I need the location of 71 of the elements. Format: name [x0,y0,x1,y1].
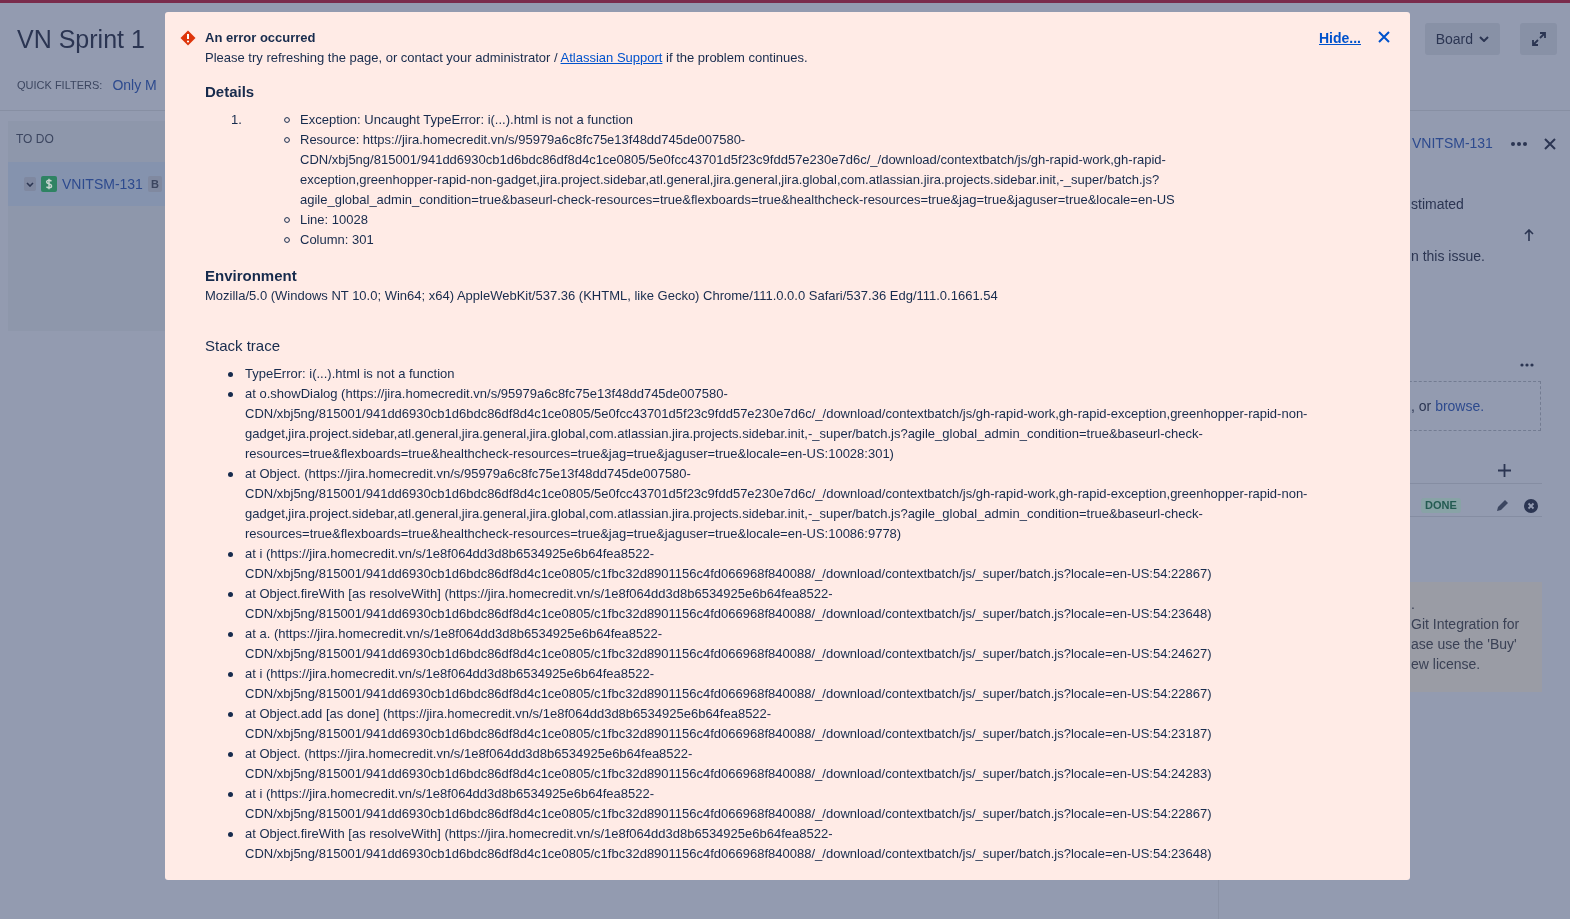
bullet-icon [284,137,290,143]
stack-trace-line: at o.showDialog (https://jira.homecredit.vn/s/95979a6c8fc75e13f48dd745de007580-CDN/xbj5ng/815001/941dd6930cb1d6bdc86df8d4c1ce0805/5e0fcc43701d5f23c9fdd57e230e7d6c/_/download/contextbatch/js/gh-rapid-work,gh-rapid-exception,greenhopper-rapid-non-gadget,jira.project.sidebar,atl.general,jira.general,jira.global,com.atlassian.jira.projects.sidebar.init,-_super/batch.js?agile_global_admin_condition=true&baseurl-check-resources=true&flexboards=true&healthcheck-resources=true&jag=true&jaguser=true&locale=en-US:10028:301) [245,385,1309,463]
issue-info-text: n this issue. [1410,247,1486,266]
stack-trace-line: at i (https://jira.homecredit.vn/s/1e8f064dd3d8b6534925e6b64fea8522-CDN/xbj5ng/815001/941dd6930cb1d6bdc86df8d4c1ce0805/c1fbc32d8901156c4fd066968f840088/_/download/contextbatch/js/_super/batch.js?locale=en-US:54:22867) [245,545,1213,583]
details-heading: Details [205,82,256,102]
notice-text: ew license. [1411,655,1482,674]
bullet-icon [284,237,290,243]
plus-icon[interactable] [1498,464,1511,477]
chevron-down-icon [1479,36,1489,42]
notice-text: ase use the 'Buy' [1411,635,1518,654]
pencil-icon[interactable] [1495,499,1509,512]
error-title: An error occurred [205,29,317,47]
estimate-text: stimated [1410,195,1465,214]
bullet-icon [284,217,290,223]
bullet-icon [228,792,233,797]
close-icon[interactable] [1543,137,1556,150]
expand-icon [1531,32,1546,46]
environment-heading: Environment [205,266,298,286]
close-icon[interactable] [1378,31,1390,43]
more-icon[interactable] [1520,363,1534,367]
bullet-icon [228,632,233,637]
quick-filter-link[interactable]: Only M [112,75,157,96]
column-header: TO DO [15,131,55,148]
detail-item: Exception: Uncaught TypeError: i(...).html is not a function [300,111,634,129]
error-icon [180,30,196,46]
stack-trace-line: at i (https://jira.homecredit.vn/s/1e8f064dd3d8b6534925e6b64fea8522-CDN/xbj5ng/815001/941dd6930cb1d6bdc86df8d4c1ce0805/c1fbc32d8901156c4fd066968f840088/_/download/contextbatch/js/_super/batch.js?locale=en-US:54:22867) [245,785,1213,823]
board-title: VN Sprint 1 [17,24,145,55]
bullet-icon [228,712,233,717]
stack-trace-line: at Object.add [as done] (https://jira.homecredit.vn/s/1e8f064dd3d8b6534925e6b64fea8522-CDN/xbj5ng/815001/941dd6930cb1d6bdc86df8d4c1ce0805/c1fbc32d8901156c4fd066968f840088/_/download/contextbatch/js/_super/batch.js?locale=en-US:54:23187) [245,705,1213,743]
issue-badge: B [147,175,162,193]
bullet-icon [228,752,233,757]
bullet-icon [228,672,233,677]
bullet-icon [284,117,290,123]
support-link[interactable]: Atlassian Support [560,50,663,65]
stack-trace-line: at a. (https://jira.homecredit.vn/s/1e8f064dd3d8b6534925e6b64fea8522-CDN/xbj5ng/815001/941dd6930cb1d6bdc86df8d4c1ce0805/c1fbc32d8901156c4fd066968f840088/_/download/contextbatch/js/_super/batch.js?locale=en-US:54:24627) [245,625,1213,663]
detail-item: Line: 10028 [300,211,369,229]
stack-trace-heading: Stack trace [205,336,282,356]
bullet-icon [228,372,233,377]
browse-link[interactable]: browse. [1435,397,1485,414]
more-icon[interactable] [1510,141,1527,146]
bullet-icon [228,392,233,397]
notice-text: . [1411,595,1416,614]
bullet-icon [228,592,233,597]
notice-text: Git Integration for [1411,615,1521,634]
stack-trace-line: TypeError: i(...).html is not a function [245,365,456,383]
stack-trace-line: at Object. (https://jira.homecredit.vn/s/95979a6c8fc75e13f48dd745de007580-CDN/xbj5ng/815001/941dd6930cb1d6bdc86df8d4c1ce0805/5e0fcc43701d5f23c9fdd57e230e7d6c/_/download/contextbatch/js/gh-rapid-work,gh-rapid-exception,greenhopper-rapid-non-gadget,jira.project.sidebar,atl.general,jira.general,jira.global,com.atlassian.jira.projects.sidebar.init,-_super/batch.js?agile_global_admin_condition=true&baseurl-check-resources=true&flexboards=true&healthcheck-resources=true&jag=true&jaguser=true&locale=en-US:10086:9778) [245,465,1309,543]
issue-key-link[interactable]: VNITSM-131 [1412,133,1493,154]
detail-item: Resource: https://jira.homecredit.vn/s/95979a6c8fc75e13f48dd745de007580-CDN/xbj5ng/815001/941dd6930cb1d6bdc86df8d4c1ce0805/5e0fcc43701d5f23c9fdd57e230e7d6c/_/download/contextbatch/js/gh-rapid-work,gh-rapid-exception,greenhopper-rapid-non-gadget,jira.project.sidebar,atl.general,jira.general,jira.global,com.atlassian.jira.projects.sidebar.init,-_super/batch.js?agile_global_admin_condition=true&baseurl-check-resources=true&flexboards=true&healthcheck-resources=true&jag=true&jaguser=true&locale=en-US [300,131,1176,209]
bullet-icon [228,552,233,557]
expand-button[interactable] [1520,23,1557,55]
stack-trace-line: at Object.fireWith [as resolveWith] (https://jira.homecredit.vn/s/1e8f064dd3d8b6534925e6b64fea8522-CDN/xbj5ng/815001/941dd6930cb1d6bdc86df8d4c1ce0805/c1fbc32d8901156c4fd066968f840088/_/download/contextbatch/js/_super/batch.js?locale=en-US:54:23648) [245,585,1213,623]
status-badge: DONE [1421,498,1461,513]
chevron-down-icon [26,181,34,187]
hide-link[interactable]: Hide... [1319,28,1361,48]
list-number: 1. [230,111,243,129]
dollar-icon [41,176,57,192]
attachment-hint-text: , or browse. [1411,396,1485,416]
board-view-dropdown[interactable]: Board [1424,23,1500,55]
quick-filters-label: QUICK FILTERS: [17,78,103,94]
remove-icon[interactable] [1523,498,1538,513]
stack-trace-line: at i (https://jira.homecredit.vn/s/1e8f064dd3d8b6534925e6b64fea8522-CDN/xbj5ng/815001/941dd6930cb1d6bdc86df8d4c1ce0805/c1fbc32d8901156c4fd066968f840088/_/download/contextbatch/js/_super/batch.js?locale=en-US:54:22867) [245,665,1213,703]
detail-item: Column: 301 [300,231,375,249]
bullet-icon [228,472,233,477]
stack-trace-line: at Object.fireWith [as resolveWith] (https://jira.homecredit.vn/s/1e8f064dd3d8b6534925e6b64fea8522-CDN/xbj5ng/815001/941dd6930cb1d6bdc86df8d4c1ce0805/c1fbc32d8901156c4fd066968f840088/_/download/contextbatch/js/_super/batch.js?locale=en-US:54:23648) [245,825,1213,863]
collapse-toggle[interactable] [24,177,36,191]
arrow-up-icon[interactable] [1524,229,1534,241]
environment-text: Mozilla/5.0 (Windows NT 10.0; Win64; x64) AppleWebKit/537.36 (KHTML, like Gecko) Chrome/111.0.0.0 Safari/537.36 Edg/111.0.1661.54 [205,287,999,305]
stack-trace-line: at Object. (https://jira.homecredit.vn/s/1e8f064dd3d8b6534925e6b64fea8522-CDN/xbj5ng/815001/941dd6930cb1d6bdc86df8d4c1ce0805/c1fbc32d8901156c4fd066968f840088/_/download/contextbatch/js/_super/batch.js?locale=en-US:54:24283) [245,745,1213,783]
bullet-icon [228,832,233,837]
issue-key-link[interactable]: VNITSM-131 [62,173,143,195]
error-message: Please try refreshing the page, or contact your administrator / Atlassian Support if the problem continues. [205,49,809,67]
